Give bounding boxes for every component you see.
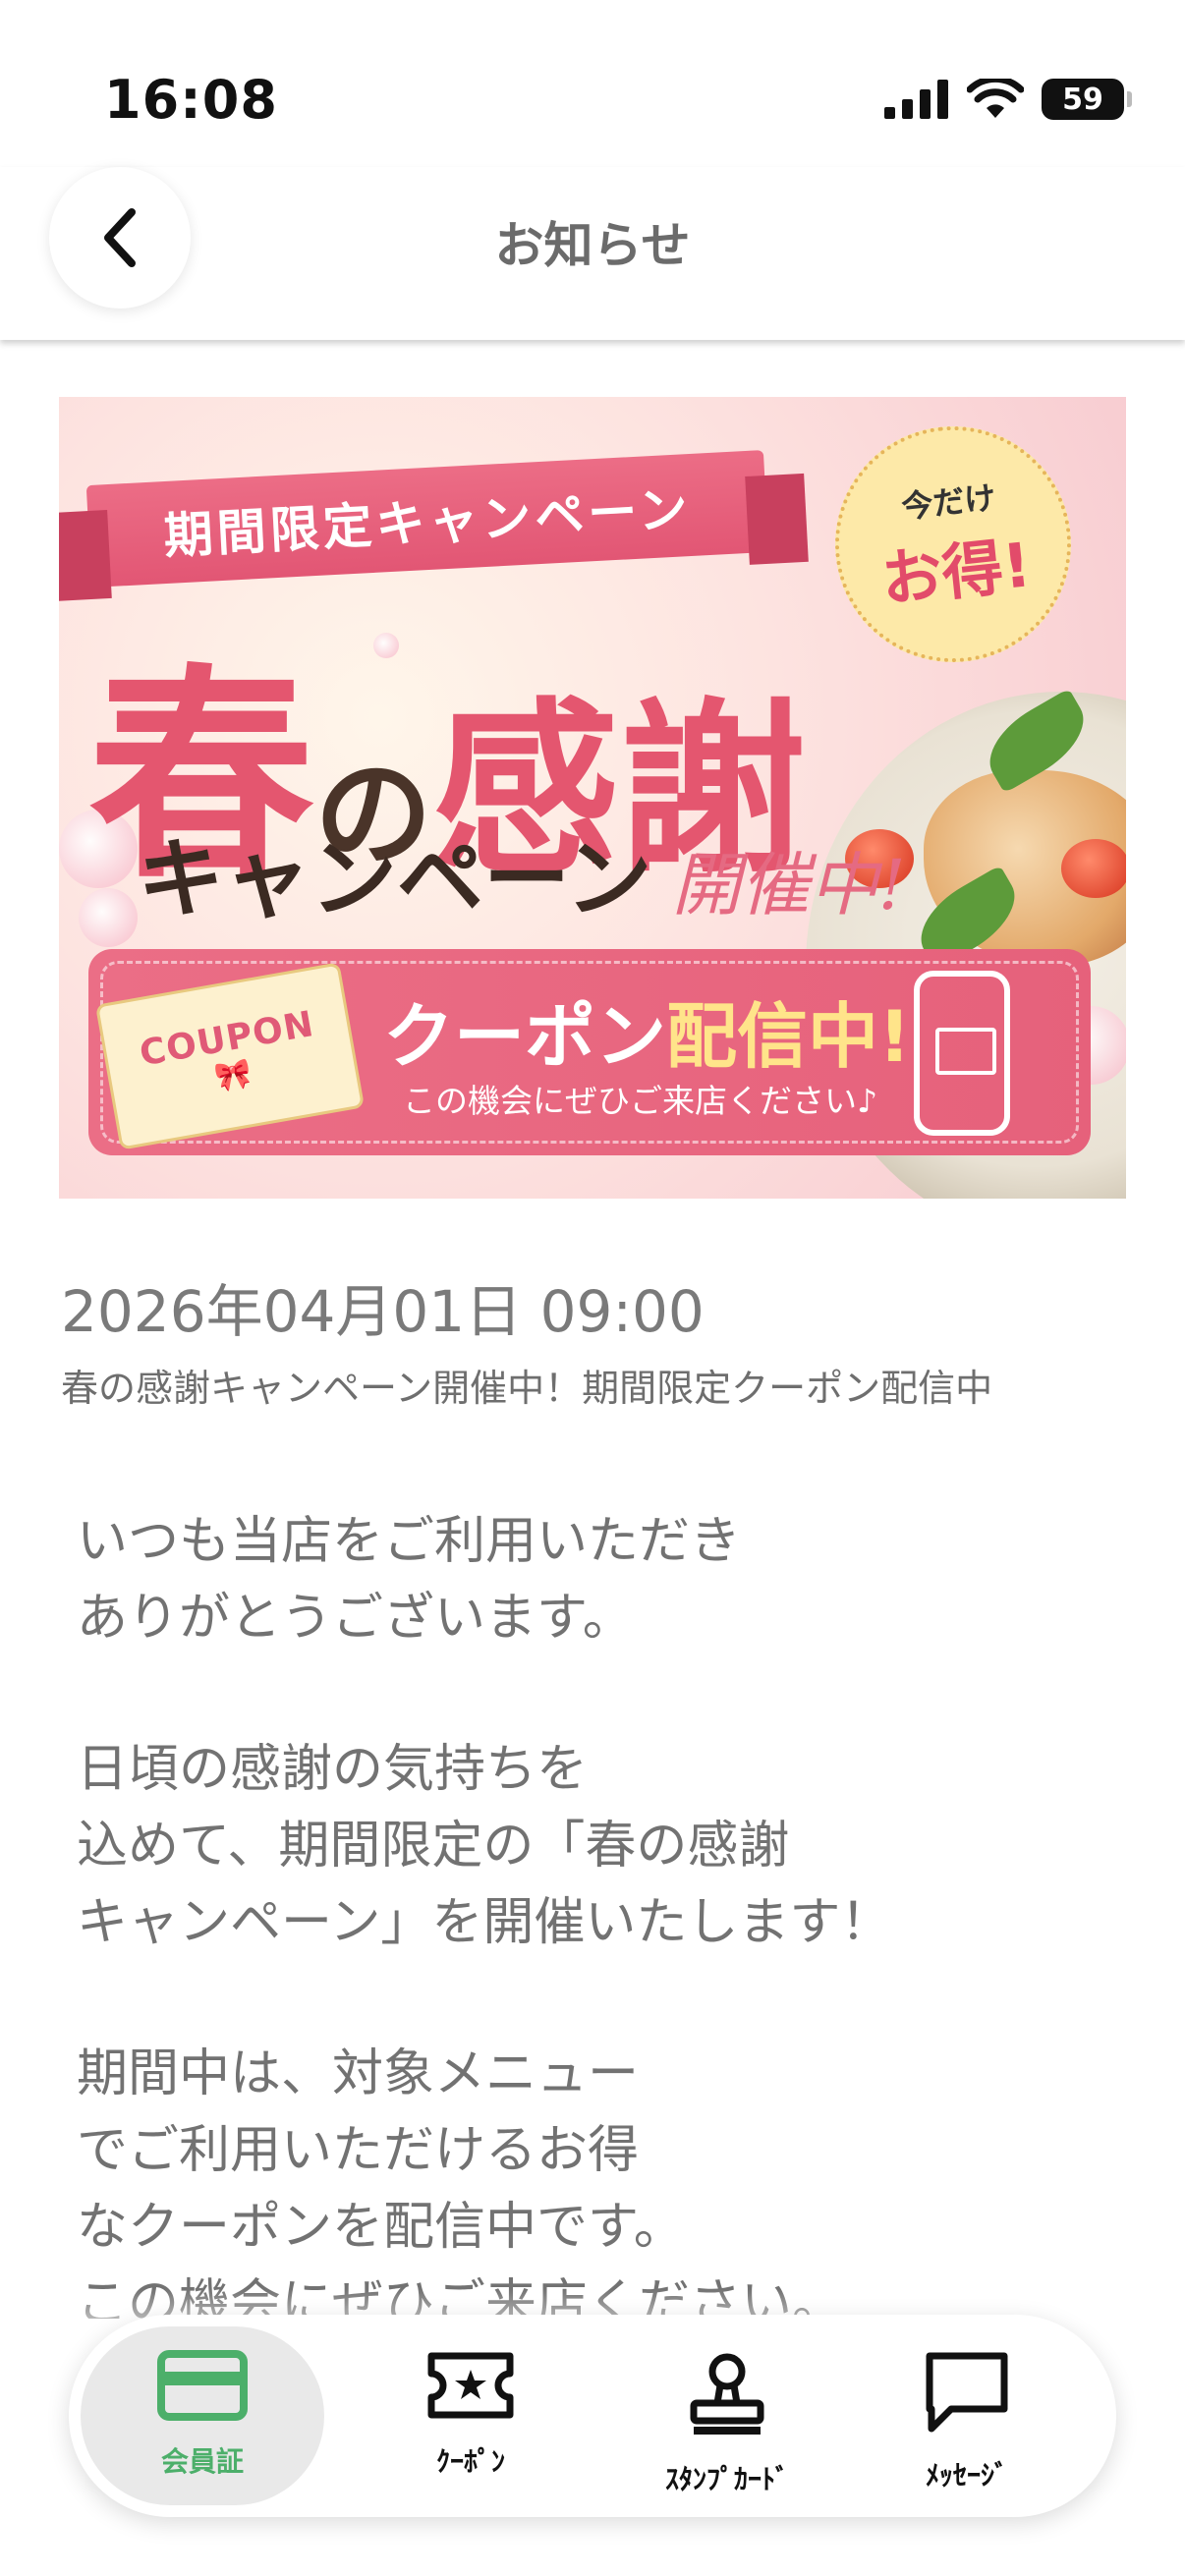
article-subtitle: 春の感謝キャンペーン開催中！期間限定クーポン配信中 [61, 1367, 993, 1410]
banner-campaign-word: キャンペーン [138, 827, 652, 929]
coupon-subtext: この機会にぜひご来店ください♪ [403, 1082, 878, 1120]
coupon-ticket-icon [427, 2352, 514, 2419]
article-paragraph: 日頃の感謝の気持ちを 込めて、期間限定の「春の感謝 キャンペーン」を開催いたしま… [77, 1740, 892, 1952]
tab-membership-card[interactable]: 会員証 [81, 2326, 324, 2505]
article-date: 2026年04月01日 09:00 [61, 1278, 705, 1345]
stamp-icon [690, 2353, 764, 2435]
coupon-headline: クーポン配信中! [383, 979, 911, 1082]
special-offer-badge: 今だけ お得! [823, 415, 1083, 674]
ribbon-bow-icon: 🎀 [212, 1055, 254, 1096]
article-body: いつも当店をご利用いただき ありがとうございます。 日頃の感謝の気持ちを 込めて… [77, 1503, 1118, 2319]
app-header: お知らせ [0, 167, 1185, 340]
battery-indicator: 59 [1042, 79, 1132, 120]
coupon-headline-white: クーポン [383, 995, 667, 1078]
tab-stamp-card[interactable]: ｽﾀﾝﾌﾟｶｰﾄﾞ [605, 2326, 849, 2505]
cellular-signal-icon [884, 80, 948, 119]
tab-label-stamp-card: ｽﾀﾝﾌﾟｶｰﾄﾞ [664, 2463, 789, 2495]
wifi-icon [967, 79, 1024, 118]
coupon-ticket-illustration: COUPON 🎀 [94, 962, 366, 1150]
coupon-headline-yellow: 配信中! [666, 995, 911, 1078]
coupon-strip: COUPON 🎀 クーポン配信中! この機会にぜひご来店ください♪ [88, 949, 1091, 1155]
status-bar: 16:08 59 [0, 0, 1185, 167]
status-icons: 59 [884, 79, 1132, 120]
limited-campaign-ribbon: 期間限定キャンペーン [85, 450, 769, 588]
tab-message[interactable]: ﾒｯｾｰｼﾞ [845, 2326, 1089, 2505]
bottom-tab-bar: 会員証 ｸｰﾎﾟﾝ ｽﾀﾝﾌﾟｶｰﾄﾞ ﾒｯｾｰｼﾞ [69, 2315, 1116, 2517]
tab-label-membership: 会員証 [160, 2445, 244, 2478]
tab-coupon[interactable]: ｸｰﾎﾟﾝ [349, 2326, 592, 2505]
badge-big-text: お得! [877, 529, 1035, 616]
tab-label-coupon: ｸｰﾎﾟﾝ [435, 2445, 505, 2478]
message-bubble-icon [926, 2352, 1008, 2433]
article-paragraph: いつも当店をご利用いただき ありがとうございます。 [77, 1512, 742, 1648]
tomato-illustration [1061, 839, 1126, 898]
article-paragraph: 期間中は、対象メニュー でご利用いただけるお得 なクーポンを配信中です。 この機… [77, 2044, 843, 2319]
status-time: 16:08 [104, 69, 278, 131]
tab-label-message: ﾒｯｾｰｼﾞ [925, 2459, 1008, 2492]
campaign-banner-image: 期間限定キャンペーン 今だけ お得! 春の感謝 キャンペーン 開催中! COUPO… [59, 397, 1126, 1199]
banner-now-open: 開催中! [671, 845, 906, 925]
banner-campaign-line: キャンペーン 開催中! [138, 810, 906, 934]
membership-card-icon [157, 2350, 248, 2421]
page-title: お知らせ [494, 217, 691, 274]
smartphone-icon [914, 971, 1010, 1136]
